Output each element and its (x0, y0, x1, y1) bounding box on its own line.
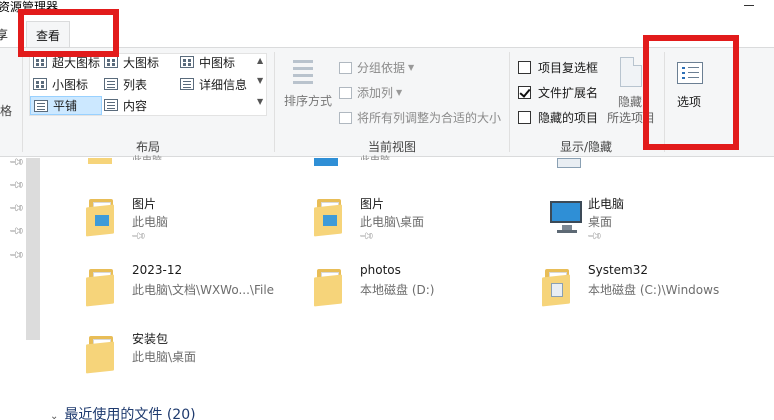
layout-gallery: 超大图标 大图标 中图标 小图标 列表 详细信息 平铺 内容 (29, 53, 267, 116)
expand-gallery-icon[interactable]: ▼ (257, 97, 263, 106)
list-item[interactable]: 2023-12 此电脑\文档\WXWo...\File (86, 263, 286, 313)
add-column-icon (339, 86, 352, 99)
divider (274, 52, 275, 152)
folder-icon (86, 267, 116, 307)
folder-icon (86, 334, 116, 374)
divider (509, 52, 510, 152)
pictures-folder-icon (314, 197, 344, 237)
pictures-folder-icon (86, 197, 116, 237)
item-checkboxes-checkbox[interactable] (518, 61, 531, 74)
file-extensions-toggle[interactable]: 文件扩展名 (518, 84, 598, 101)
layout-gallery-scroll[interactable]: ▲ ▼ ▼ (255, 54, 266, 115)
group-by-button[interactable]: 分组依据 ▼ (339, 59, 414, 76)
extra-large-icons-icon (33, 56, 47, 68)
layout-list[interactable]: 列表 (104, 75, 147, 93)
hide-selected-button[interactable]: 隐藏 (618, 93, 642, 110)
folder-icon[interactable] (314, 158, 338, 166)
chevron-down-icon: ⌄ (50, 411, 59, 420)
layout-medium-icons[interactable]: 中图标 (180, 53, 235, 71)
fit-columns-button[interactable]: 将所有列调整为合适的大小 (339, 109, 501, 126)
folder-icon[interactable] (557, 158, 581, 168)
scroll-down-icon[interactable]: ▼ (257, 76, 263, 85)
hidden-items-checkbox[interactable] (518, 111, 531, 124)
chevron-down-icon: ▼ (408, 63, 415, 72)
divider (22, 52, 23, 152)
highlight-box-options (643, 35, 739, 150)
file-extensions-checkbox[interactable] (518, 86, 531, 99)
recent-files-header[interactable]: ⌄ 最近使用的文件 (20) (50, 404, 196, 420)
group-by-icon (339, 61, 352, 74)
fit-columns-icon (339, 111, 352, 124)
list-item[interactable]: 图片 此电脑\桌面 📌︎ (314, 195, 514, 245)
sort-by-icon[interactable] (293, 58, 319, 88)
highlight-box-view-tab (18, 9, 119, 57)
medium-icons-icon (180, 56, 194, 68)
list-item[interactable]: System32 本地磁盘 (C:)\Windows (542, 263, 752, 313)
hidden-items-toggle[interactable]: 隐藏的项目 (518, 109, 598, 126)
ribbon-left-label: 格 (0, 104, 13, 118)
hide-selected-icon[interactable] (620, 57, 642, 87)
list-item[interactable]: 安装包 此电脑\桌面 (86, 330, 286, 380)
list-item[interactable]: 此电脑 桌面 📌︎ (548, 195, 748, 245)
partial-path: 此电脑 (132, 152, 162, 160)
scroll-up-icon[interactable]: ▲ (257, 56, 263, 65)
navigation-scrollbar[interactable] (26, 158, 40, 340)
list-icon (104, 78, 118, 90)
chevron-down-icon: ▼ (396, 88, 403, 97)
pin-icon[interactable]: 📌︎ (358, 228, 375, 245)
computer-icon (550, 199, 584, 235)
folder-icon[interactable] (88, 158, 112, 164)
layout-content[interactable]: 内容 (104, 96, 147, 114)
layout-small-icons[interactable]: 小图标 (33, 75, 88, 93)
minimize-icon[interactable] (744, 5, 754, 6)
add-column-button[interactable]: 添加列 ▼ (339, 84, 402, 101)
item-checkboxes-toggle[interactable]: 项目复选框 (518, 59, 598, 76)
large-icons-icon (104, 56, 118, 68)
layout-details[interactable]: 详细信息 (180, 75, 247, 93)
list-item[interactable]: photos 本地磁盘 (D:) (314, 263, 514, 313)
show-hide-group-label: 显示/隐藏 (560, 140, 613, 154)
pin-icon[interactable]: 📌︎ (586, 228, 603, 245)
pin-icon[interactable]: 📌︎ (130, 228, 147, 245)
partial-path: 此电脑 (360, 152, 390, 160)
content-icon (104, 99, 118, 111)
layout-tiles[interactable]: 平铺 (30, 96, 102, 115)
tiles-icon (34, 99, 48, 112)
details-icon (180, 78, 194, 90)
sort-by-button[interactable]: 排序方式 (284, 92, 332, 109)
small-icons-icon (33, 78, 47, 90)
list-item[interactable]: 图片 此电脑 📌︎ (86, 195, 286, 245)
folder-icon (314, 267, 344, 307)
folder-icon (542, 267, 572, 307)
tab-share[interactable]: 享 (0, 26, 8, 43)
